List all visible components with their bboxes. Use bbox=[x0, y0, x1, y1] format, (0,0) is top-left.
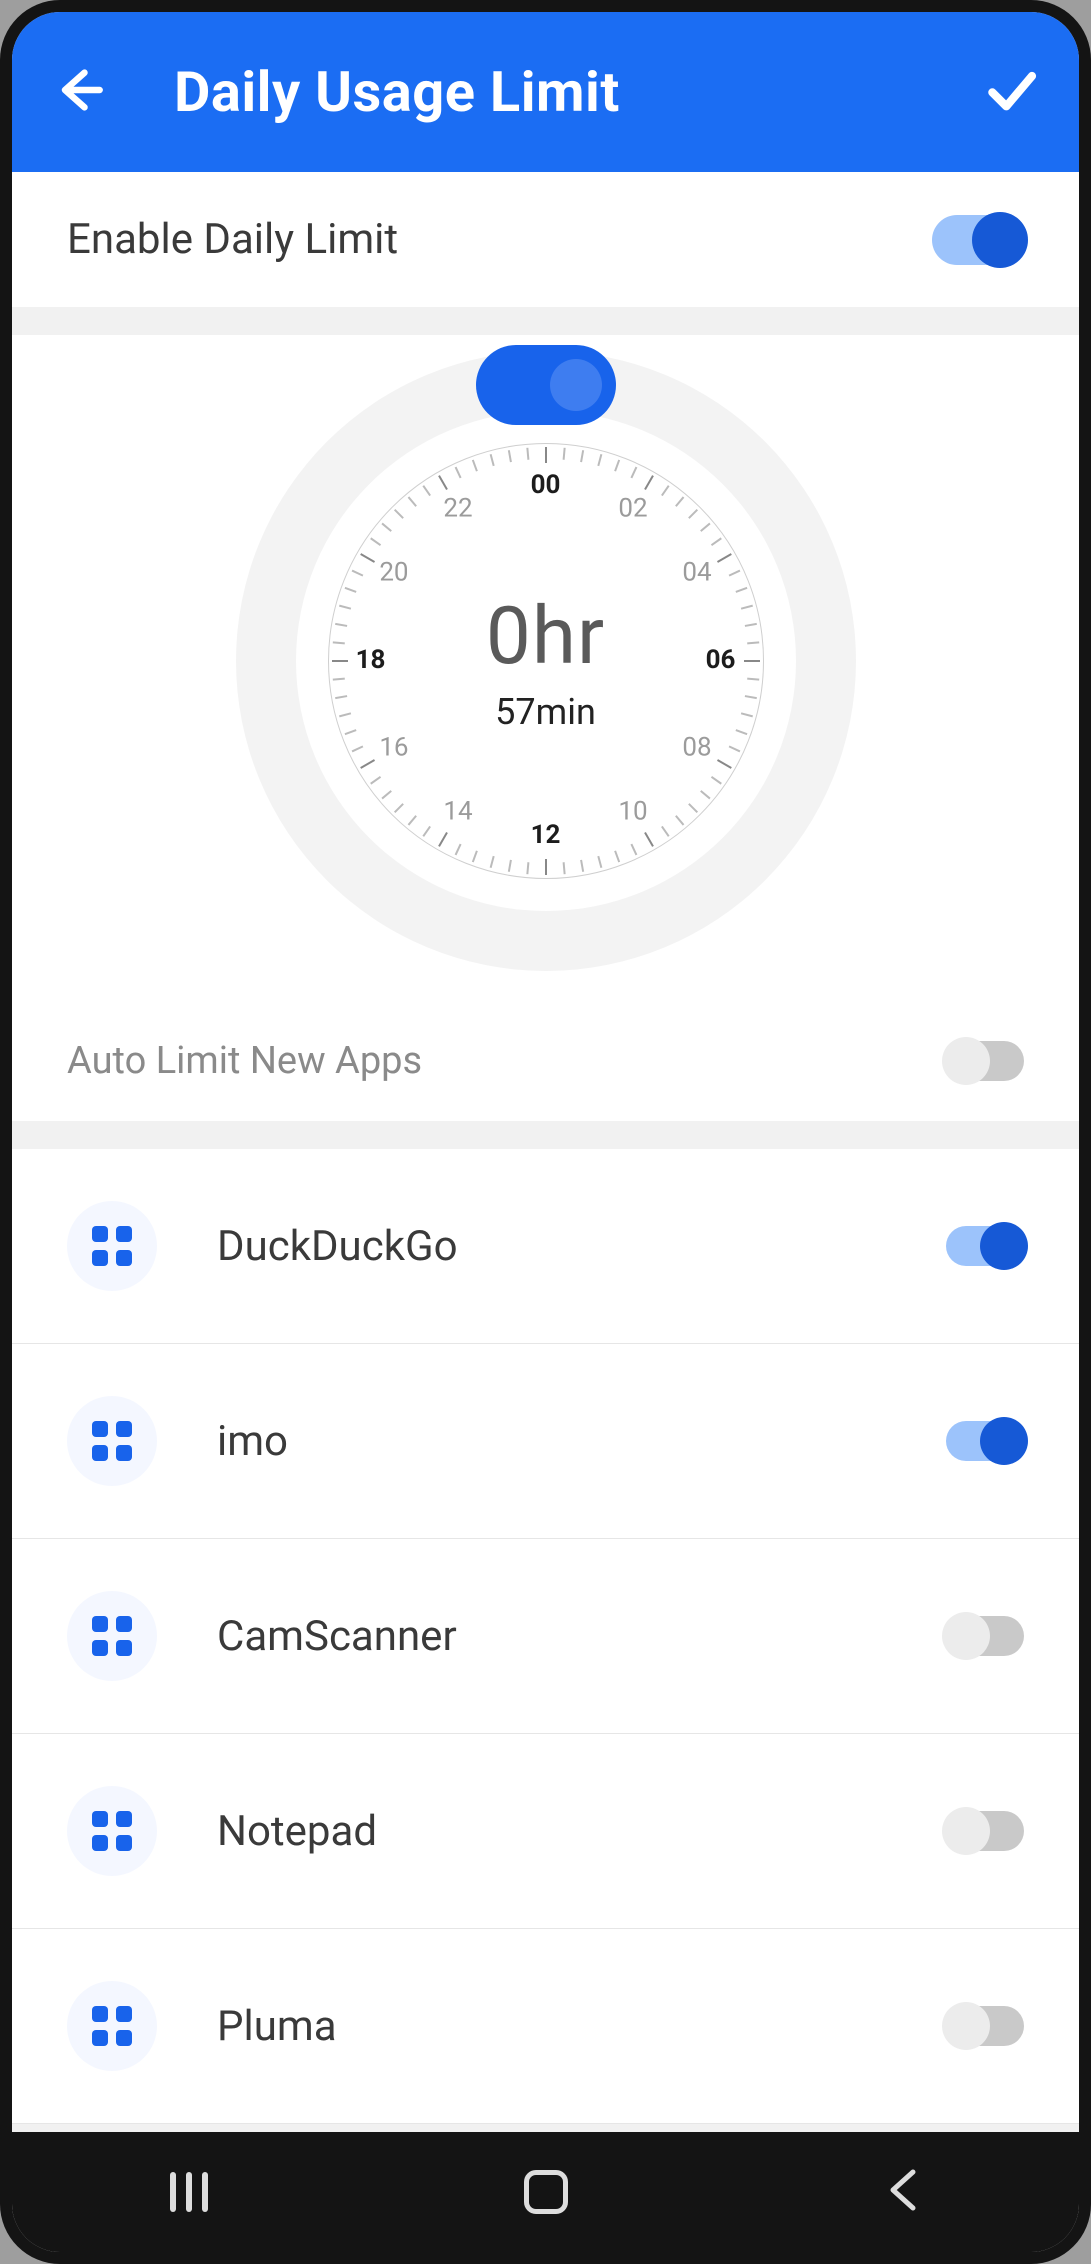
back-button[interactable] bbox=[52, 64, 104, 120]
nav-back-button[interactable] bbox=[885, 2168, 921, 2216]
dial-minutes: 57min bbox=[495, 691, 596, 733]
app-toggle[interactable] bbox=[946, 1421, 1024, 1461]
app-icon bbox=[67, 1396, 157, 1486]
chevron-left-icon bbox=[885, 2168, 921, 2212]
app-toggle[interactable] bbox=[946, 1811, 1024, 1851]
app-icon bbox=[67, 1591, 157, 1681]
app-name: Notepad bbox=[217, 1807, 946, 1856]
screen: Daily Usage Limit Enable Daily Limit 000… bbox=[12, 12, 1079, 2252]
app-row: DuckDuckGo bbox=[12, 1149, 1079, 1344]
section-gap bbox=[12, 307, 1079, 335]
confirm-button[interactable] bbox=[983, 62, 1039, 122]
enable-toggle[interactable] bbox=[932, 215, 1024, 265]
app-icon bbox=[67, 1786, 157, 1876]
app-list: DuckDuckGo imo CamScanner Notepad Pluma bbox=[12, 1149, 1079, 2124]
app-row: Notepad bbox=[12, 1734, 1079, 1929]
auto-limit-toggle[interactable] bbox=[946, 1041, 1024, 1081]
enable-label: Enable Daily Limit bbox=[67, 215, 398, 264]
device-frame: Daily Usage Limit Enable Daily Limit 000… bbox=[0, 0, 1091, 2264]
system-nav-bar bbox=[12, 2132, 1079, 2252]
app-header: Daily Usage Limit bbox=[12, 12, 1079, 172]
app-toggle[interactable] bbox=[946, 1616, 1024, 1656]
arrow-left-icon bbox=[52, 64, 104, 116]
nav-recents-button[interactable] bbox=[170, 2172, 208, 2212]
app-row: CamScanner bbox=[12, 1539, 1079, 1734]
nav-home-button[interactable] bbox=[524, 2170, 568, 2214]
app-name: CamScanner bbox=[217, 1612, 946, 1661]
app-row: imo bbox=[12, 1344, 1079, 1539]
auto-limit-row: Auto Limit New Apps bbox=[12, 1001, 1079, 1121]
app-name: imo bbox=[217, 1417, 946, 1466]
auto-limit-label: Auto Limit New Apps bbox=[67, 1039, 422, 1083]
check-icon bbox=[983, 62, 1039, 118]
app-name: DuckDuckGo bbox=[217, 1222, 946, 1271]
dial-handle[interactable] bbox=[476, 345, 616, 425]
app-icon bbox=[67, 1201, 157, 1291]
app-name: Pluma bbox=[217, 2002, 946, 2051]
dial-hours: 0hr bbox=[486, 589, 605, 683]
enable-row: Enable Daily Limit bbox=[12, 172, 1079, 307]
section-gap bbox=[12, 1121, 1079, 1149]
app-toggle[interactable] bbox=[946, 2006, 1024, 2046]
page-title: Daily Usage Limit bbox=[174, 59, 913, 125]
clock-section: 000204060810121416182022 0hr 57min bbox=[12, 335, 1079, 1001]
app-icon bbox=[67, 1981, 157, 2071]
app-row: Pluma bbox=[12, 1929, 1079, 2124]
dial-center: 0hr 57min bbox=[236, 351, 856, 971]
app-toggle[interactable] bbox=[946, 1226, 1024, 1266]
time-dial[interactable]: 000204060810121416182022 0hr 57min bbox=[236, 351, 856, 971]
